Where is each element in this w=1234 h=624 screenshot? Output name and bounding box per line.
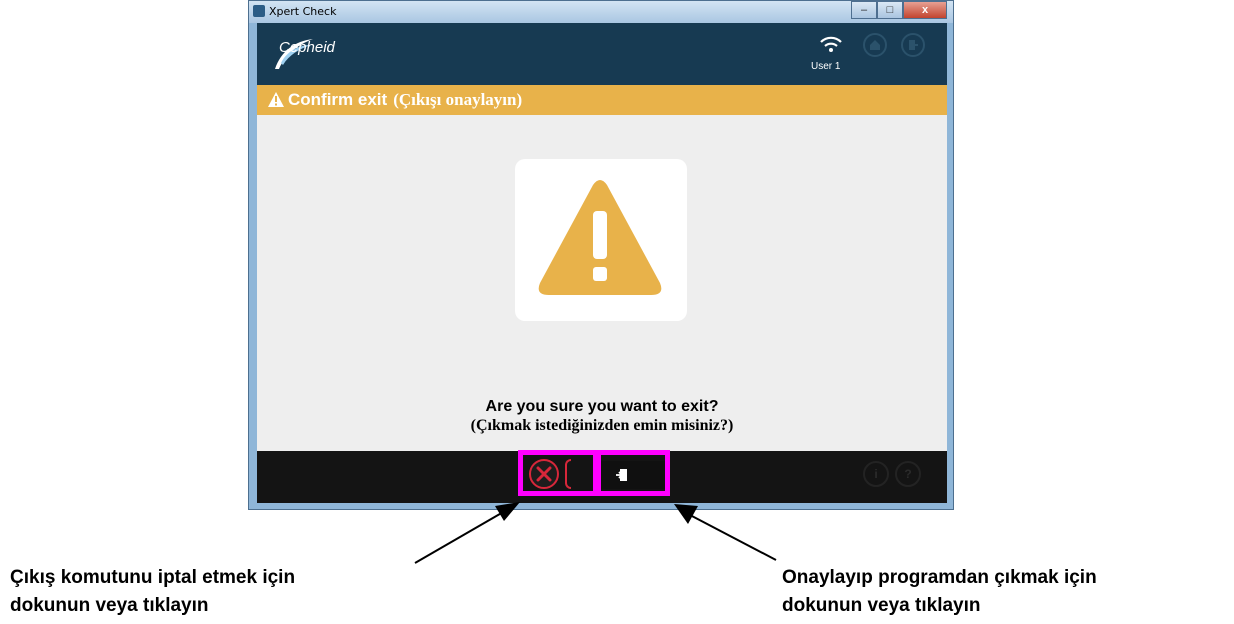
- cancel-callout: Çıkış komutunu iptal etmek için dokunun …: [10, 564, 295, 620]
- warning-bar: Confirm exit (Çıkışı onaylayın): [257, 85, 947, 115]
- title-english: Confirm exit: [288, 90, 388, 109]
- cancel-highlight-box: [518, 450, 598, 496]
- close-button[interactable]: x: [903, 1, 947, 19]
- confirm-callout-line-1: Onaylayıp programdan çıkmak için: [782, 567, 1097, 588]
- cancel-callout-line-2: dokunun veya tıklayın: [10, 595, 209, 616]
- exit-icon[interactable]: [901, 33, 925, 57]
- window-titlebar[interactable]: Xpert Check – □ x: [249, 1, 953, 23]
- confirm-callout: Onaylayıp programdan çıkmak için dokunun…: [782, 564, 1097, 620]
- warning-icon: [268, 92, 284, 107]
- app-header: Cepheid User 1: [257, 23, 947, 85]
- confirm-question-translation: (Çıkmak istediğinizden emin misiniz?): [470, 417, 734, 434]
- help-icon[interactable]: ?: [895, 461, 921, 487]
- user-label: User 1: [811, 61, 841, 72]
- large-warning-icon: [538, 180, 662, 295]
- brand-name: Cepheid: [279, 39, 335, 56]
- confirm-callout-line-2: dokunun veya tıklayın: [782, 595, 981, 616]
- wifi-icon: [820, 36, 842, 52]
- minimize-button[interactable]: –: [851, 1, 877, 19]
- cancel-callout-line-1: Çıkış komutunu iptal etmek için: [10, 567, 296, 588]
- warning-card: [515, 159, 687, 321]
- window-title: Xpert Check: [269, 5, 337, 18]
- title-turkish: (Çıkışı onaylayın): [393, 90, 523, 109]
- page-title: Confirm exit (Çıkışı onaylayın): [288, 90, 522, 110]
- maximize-button[interactable]: □: [877, 1, 903, 19]
- home-icon[interactable]: [863, 33, 887, 57]
- app-area: Cepheid User 1 Confirm exit (Çıkışı onay…: [257, 23, 947, 503]
- dialog-content: Are you sure you want to exit? (Çıkmak i…: [257, 115, 947, 451]
- confirm-question: Are you sure you want to exit?: [485, 398, 719, 415]
- window-controls: – □ x: [851, 1, 947, 19]
- app-window: Xpert Check – □ x Cepheid User 1 Confirm…: [248, 0, 954, 510]
- confirm-highlight-box: [596, 450, 670, 496]
- info-icon[interactable]: i: [863, 461, 889, 487]
- app-icon: [253, 5, 265, 17]
